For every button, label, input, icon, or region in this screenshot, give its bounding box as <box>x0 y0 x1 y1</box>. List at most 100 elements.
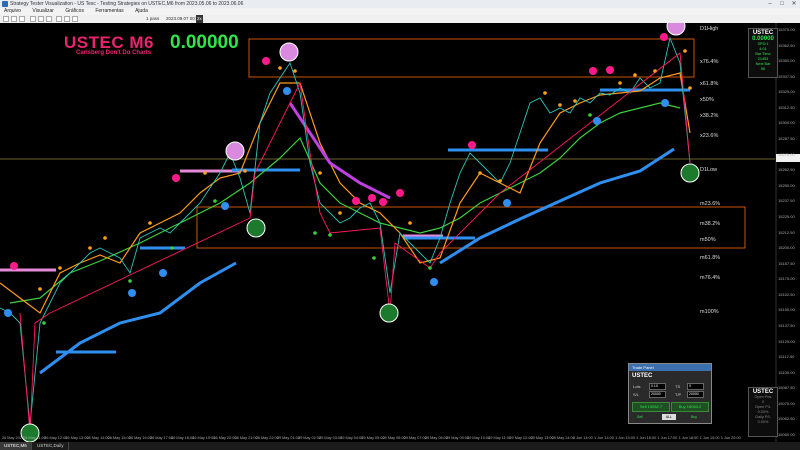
maximize-button[interactable]: □ <box>776 0 788 8</box>
time-tick-label: 29 May 11:00 <box>488 436 512 440</box>
menu-tools[interactable]: Ferramentas <box>95 8 123 14</box>
pause-button[interactable] <box>11 16 17 22</box>
fib-label: x50% <box>700 97 714 103</box>
fib-box-upper <box>248 38 695 78</box>
speed-label[interactable]: 1 pass <box>146 15 159 23</box>
zoom-button[interactable]: 2x <box>196 15 203 23</box>
price-tick-label: 15125.00 <box>778 338 795 344</box>
time-tick-label: 29 May 10:00 <box>467 436 491 440</box>
sell-button[interactable]: Sell 15062.7 <box>632 402 670 412</box>
buy-button[interactable]: Buy 15063.2 <box>671 402 709 412</box>
crosshair-icon[interactable] <box>30 16 36 22</box>
sl-label: S/L <box>633 392 640 397</box>
fib-label: m23.6% <box>700 201 721 207</box>
time-tick-label: 29 May 01:00 <box>276 436 300 440</box>
fib-label: D1Low <box>700 167 718 173</box>
time-tick-label: 29 May 12:00 <box>509 436 533 440</box>
daily-pl-value: 0.00% <box>757 420 769 424</box>
time-tick-label: 1 Jun 17:00 <box>657 436 678 440</box>
time-tick-label: 29 May 04:00 <box>340 436 364 440</box>
lots-input[interactable]: 0.10 <box>649 383 666 390</box>
close-all-button[interactable]: ALL <box>662 414 676 420</box>
price-tick-label: 15237.50 <box>778 198 795 204</box>
indicator-value: 0.00000 <box>170 32 239 53</box>
bullish-markers <box>20 163 700 443</box>
subtitle: Carlsberg Don't Do Charts <box>76 50 152 56</box>
price-tick-label: 15112.50 <box>778 354 795 360</box>
time-tick-label: 29 May 08:00 <box>424 436 448 440</box>
time-tick-label: 26 May 2023 <box>2 436 24 440</box>
fib-label: x61.8% <box>700 81 719 87</box>
close-button[interactable]: ✕ <box>788 0 800 8</box>
time-tick-label: 26 May 20:00 <box>213 436 237 440</box>
fib-label: x23.6% <box>700 133 719 139</box>
info-panel: USTEC 0.00000 SPD:1 4:01 Bar Time 21453 … <box>748 28 778 78</box>
mid-moving-average <box>9 102 681 304</box>
fib-label: m100% <box>700 309 719 315</box>
app-icon <box>2 1 8 7</box>
tab-daily[interactable]: USTEC,Daily <box>33 442 69 450</box>
price-tick-label: 15075.00 <box>778 400 795 406</box>
price-tick-label: 15200.00 <box>778 245 795 251</box>
price-tick-label: 15087.50 <box>778 385 795 391</box>
lots-label: Lots <box>633 384 641 389</box>
time-tick-label: 26 May 15:00 <box>107 436 131 440</box>
price-tick-label: 15375.00 <box>778 27 795 32</box>
price-tick-label: 15312.50 <box>778 104 795 110</box>
zoom-in-icon[interactable] <box>38 16 44 22</box>
price-tick-label: 15275.00 <box>778 151 795 157</box>
price-tick-label: 15050.00 <box>778 432 795 437</box>
price-tick-label: 15362.50 <box>778 42 795 48</box>
sell-small-button[interactable]: Sell <box>637 414 643 420</box>
candle-chart-icon[interactable] <box>64 16 70 22</box>
minimize-button[interactable]: – <box>764 0 776 8</box>
price-tick-label: 15100.00 <box>778 369 795 375</box>
time-tick-label: 26 May 12:00 <box>44 436 68 440</box>
time-tick-label: 29 May 06:00 <box>382 436 406 440</box>
price-tick-label: 15287.50 <box>778 136 795 142</box>
price-tick-label: 15350.00 <box>778 58 795 64</box>
chart-tabs: USTEC,M6 USTEC,Daily <box>0 442 800 450</box>
price-line-overlay <box>19 52 691 434</box>
line-chart-icon[interactable] <box>72 16 78 22</box>
time-tick-label: 26 May 14:00 <box>86 436 110 440</box>
tp-input[interactable]: 20000 <box>687 391 704 398</box>
time-tick-label: 29 May 13:00 <box>530 436 554 440</box>
time-tick-label: 29 May 09:00 <box>446 436 470 440</box>
tab-m6[interactable]: USTEC,M6 <box>0 442 32 450</box>
price-tick-label: 15262.50 <box>778 167 795 173</box>
price-tick-label: 15137.50 <box>778 322 795 328</box>
time-tick-label: 29 May 14:00 <box>551 436 575 440</box>
time-tick-label: 26 May 19:00 <box>192 436 216 440</box>
price-tick-label: 15162.50 <box>778 291 795 297</box>
play-button[interactable] <box>3 16 9 22</box>
fib-label: x38.2% <box>700 113 719 119</box>
fast-moving-average <box>0 72 691 314</box>
bar-chart-icon[interactable] <box>56 16 62 22</box>
trade-panel: Trade Panel USTEC Lots 0.10 TS 0 S/L 200… <box>628 363 712 424</box>
sl-input[interactable]: 20000 <box>649 391 666 398</box>
ts-input[interactable]: 0 <box>687 383 704 390</box>
price-tick-label: 15250.00 <box>778 182 795 188</box>
window-title: Strategy Tester Visualization - US Tesc … <box>10 1 244 7</box>
time-tick-label: 29 May 05:00 <box>361 436 385 440</box>
slow-moving-average <box>39 261 237 375</box>
step-button[interactable] <box>19 16 25 22</box>
menu-charts[interactable]: Gráficos <box>65 8 84 14</box>
buy-small-button[interactable]: Buy <box>691 414 697 420</box>
trade-panel-header[interactable]: Trade Panel <box>629 364 711 371</box>
orange-dots <box>38 49 692 291</box>
time-tick-label: 29 May 02:00 <box>298 436 322 440</box>
price-tick-label: 15187.50 <box>778 260 795 266</box>
menu-file[interactable]: Arquivo <box>4 8 21 14</box>
price-chart[interactable]: USTEC M6 Carlsberg Don't Do Charts 0.000… <box>0 16 800 443</box>
time-tick-label: 26 May 16:00 <box>128 436 152 440</box>
time-tick-label: 1 Jun 13:00 <box>572 436 593 440</box>
time-tick-label: 1 Jun 16:00 <box>636 436 657 440</box>
status-panel: USTEC Open Pos 0 Open P/L 0.00% Daily P/… <box>748 387 778 437</box>
menu-help[interactable]: Ajuda <box>135 8 148 14</box>
menu-view[interactable]: Visualizar <box>32 8 54 14</box>
pink-dots <box>10 33 668 270</box>
zoom-out-icon[interactable] <box>46 16 52 22</box>
fib-label: m61.8% <box>700 255 721 261</box>
